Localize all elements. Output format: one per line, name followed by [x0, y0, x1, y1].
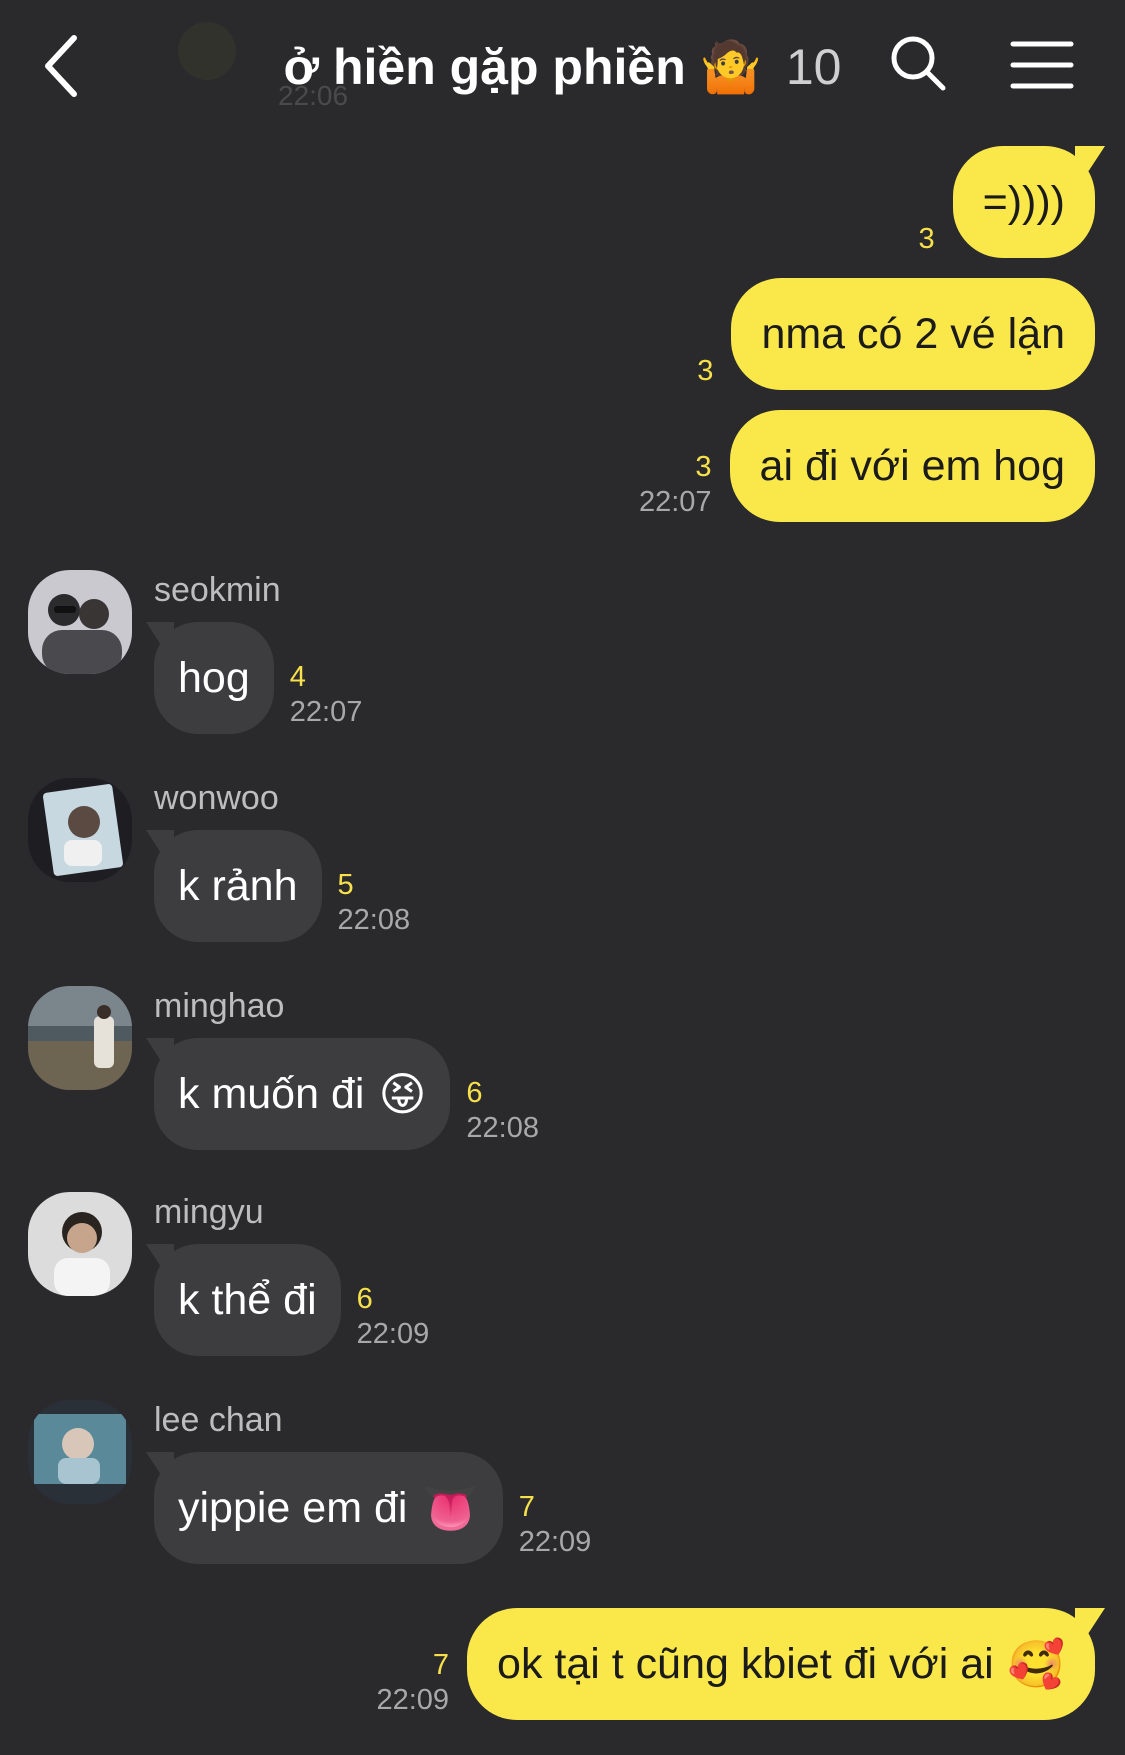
- outgoing-bubble[interactable]: nma có 2 vé lận: [731, 278, 1095, 390]
- sender-name: seokmin: [154, 571, 281, 609]
- message-text: k thể đi: [178, 1276, 317, 1324]
- unread-count: 5: [337, 869, 354, 901]
- unread-count: 7: [518, 1491, 535, 1523]
- message-text: ok tại t cũng kbiet đi với ai: [497, 1640, 994, 1688]
- avatar[interactable]: [28, 570, 132, 674]
- outgoing-message: 3 nma có 2 vé lận: [697, 278, 1095, 390]
- incoming-bubble[interactable]: k muốn đi 😝: [154, 1038, 451, 1150]
- chat-screen: 22:06 ở hiền gặp phiền 🤷 10 3 =)))) 3 nm…: [0, 0, 1125, 1755]
- message-row: hog 4 22:07: [154, 622, 362, 734]
- outgoing-message: 3 =)))): [918, 146, 1095, 258]
- avatar[interactable]: [28, 778, 132, 882]
- outgoing-bubble[interactable]: ai đi với em hog: [729, 410, 1095, 522]
- tongue-wink-emoji-icon: 😝: [378, 1067, 427, 1121]
- message-time: 22:08: [337, 904, 411, 936]
- message-time: 22:07: [289, 696, 363, 728]
- tongue-emoji-icon: 👅: [421, 1481, 479, 1535]
- message-meta: 3 22:07: [639, 450, 712, 520]
- outgoing-bubble[interactable]: =)))): [952, 146, 1095, 258]
- message-meta: 3: [918, 222, 934, 256]
- avatar[interactable]: [28, 1192, 132, 1296]
- menu-button[interactable]: [1005, 30, 1080, 100]
- message-meta: 5 22:08: [338, 868, 411, 938]
- smiling-hearts-emoji-icon: 🥰: [1007, 1637, 1065, 1691]
- chat-title: ở hiền gặp phiền 🤷 10: [0, 32, 1125, 102]
- message-time: 22:09: [356, 1318, 430, 1350]
- incoming-bubble[interactable]: k thể đi: [154, 1244, 341, 1356]
- sender-name: wonwoo: [154, 779, 279, 817]
- unread-count: 3: [918, 223, 935, 255]
- incoming-bubble[interactable]: hog: [154, 622, 274, 734]
- message-time: 22:07: [638, 486, 712, 518]
- incoming-bubble[interactable]: k rảnh: [154, 830, 322, 942]
- unread-count: 3: [697, 355, 714, 387]
- message-text: ai đi với em hog: [759, 442, 1065, 490]
- message-meta: 7 22:09: [519, 1490, 592, 1560]
- message-text: nma có 2 vé lận: [761, 310, 1065, 358]
- unread-count: 6: [356, 1283, 373, 1315]
- message-time: 22:09: [376, 1684, 450, 1716]
- unread-count: 7: [432, 1649, 450, 1681]
- sender-name: minghao: [154, 987, 285, 1025]
- search-icon: [891, 36, 946, 91]
- search-button[interactable]: [885, 30, 955, 100]
- avatar[interactable]: [28, 1400, 132, 1504]
- message-text: =)))): [982, 178, 1065, 226]
- message-time: 22:09: [518, 1526, 592, 1558]
- message-time: 22:08: [466, 1112, 539, 1144]
- outgoing-bubble[interactable]: ok tại t cũng kbiet đi với ai 🥰: [467, 1608, 1095, 1720]
- message-meta: 3: [697, 354, 713, 388]
- message-text: yippie em đi: [178, 1484, 408, 1532]
- message-text: k rảnh: [178, 862, 298, 910]
- unread-count: 4: [289, 661, 306, 693]
- avatar[interactable]: [28, 986, 132, 1090]
- message-meta: 6 22:09: [357, 1282, 430, 1352]
- message-meta: 6 22:08: [466, 1076, 539, 1146]
- message-row: k thể đi 6 22:09: [154, 1244, 429, 1356]
- outgoing-message: 3 22:07 ai đi với em hog: [639, 410, 1095, 522]
- outgoing-message: 7 22:09 ok tại t cũng kbiet đi với ai 🥰: [376, 1608, 1095, 1720]
- chat-name: ở hiền gặp phiền: [283, 39, 686, 95]
- message-row: yippie em đi 👅 7 22:09: [154, 1452, 591, 1564]
- message-meta: 4 22:07: [290, 660, 363, 730]
- incoming-bubble[interactable]: yippie em đi 👅: [154, 1452, 503, 1564]
- message-row: k rảnh 5 22:08: [154, 830, 410, 942]
- message-meta: 7 22:09: [376, 1648, 449, 1718]
- shrug-emoji-icon: 🤷: [699, 38, 762, 96]
- message-row: k muốn đi 😝 6 22:08: [154, 1038, 539, 1150]
- hamburger-menu-icon: [1010, 41, 1074, 89]
- unread-count: 3: [695, 451, 712, 483]
- unread-count: 6: [466, 1077, 483, 1109]
- sender-name: lee chan: [154, 1401, 283, 1439]
- sender-name: mingyu: [154, 1193, 264, 1231]
- message-text: hog: [178, 654, 250, 702]
- member-count: 10: [785, 39, 842, 95]
- chat-header: 22:06 ở hiền gặp phiền 🤷 10: [0, 0, 1125, 130]
- message-text: k muốn đi: [178, 1070, 365, 1118]
